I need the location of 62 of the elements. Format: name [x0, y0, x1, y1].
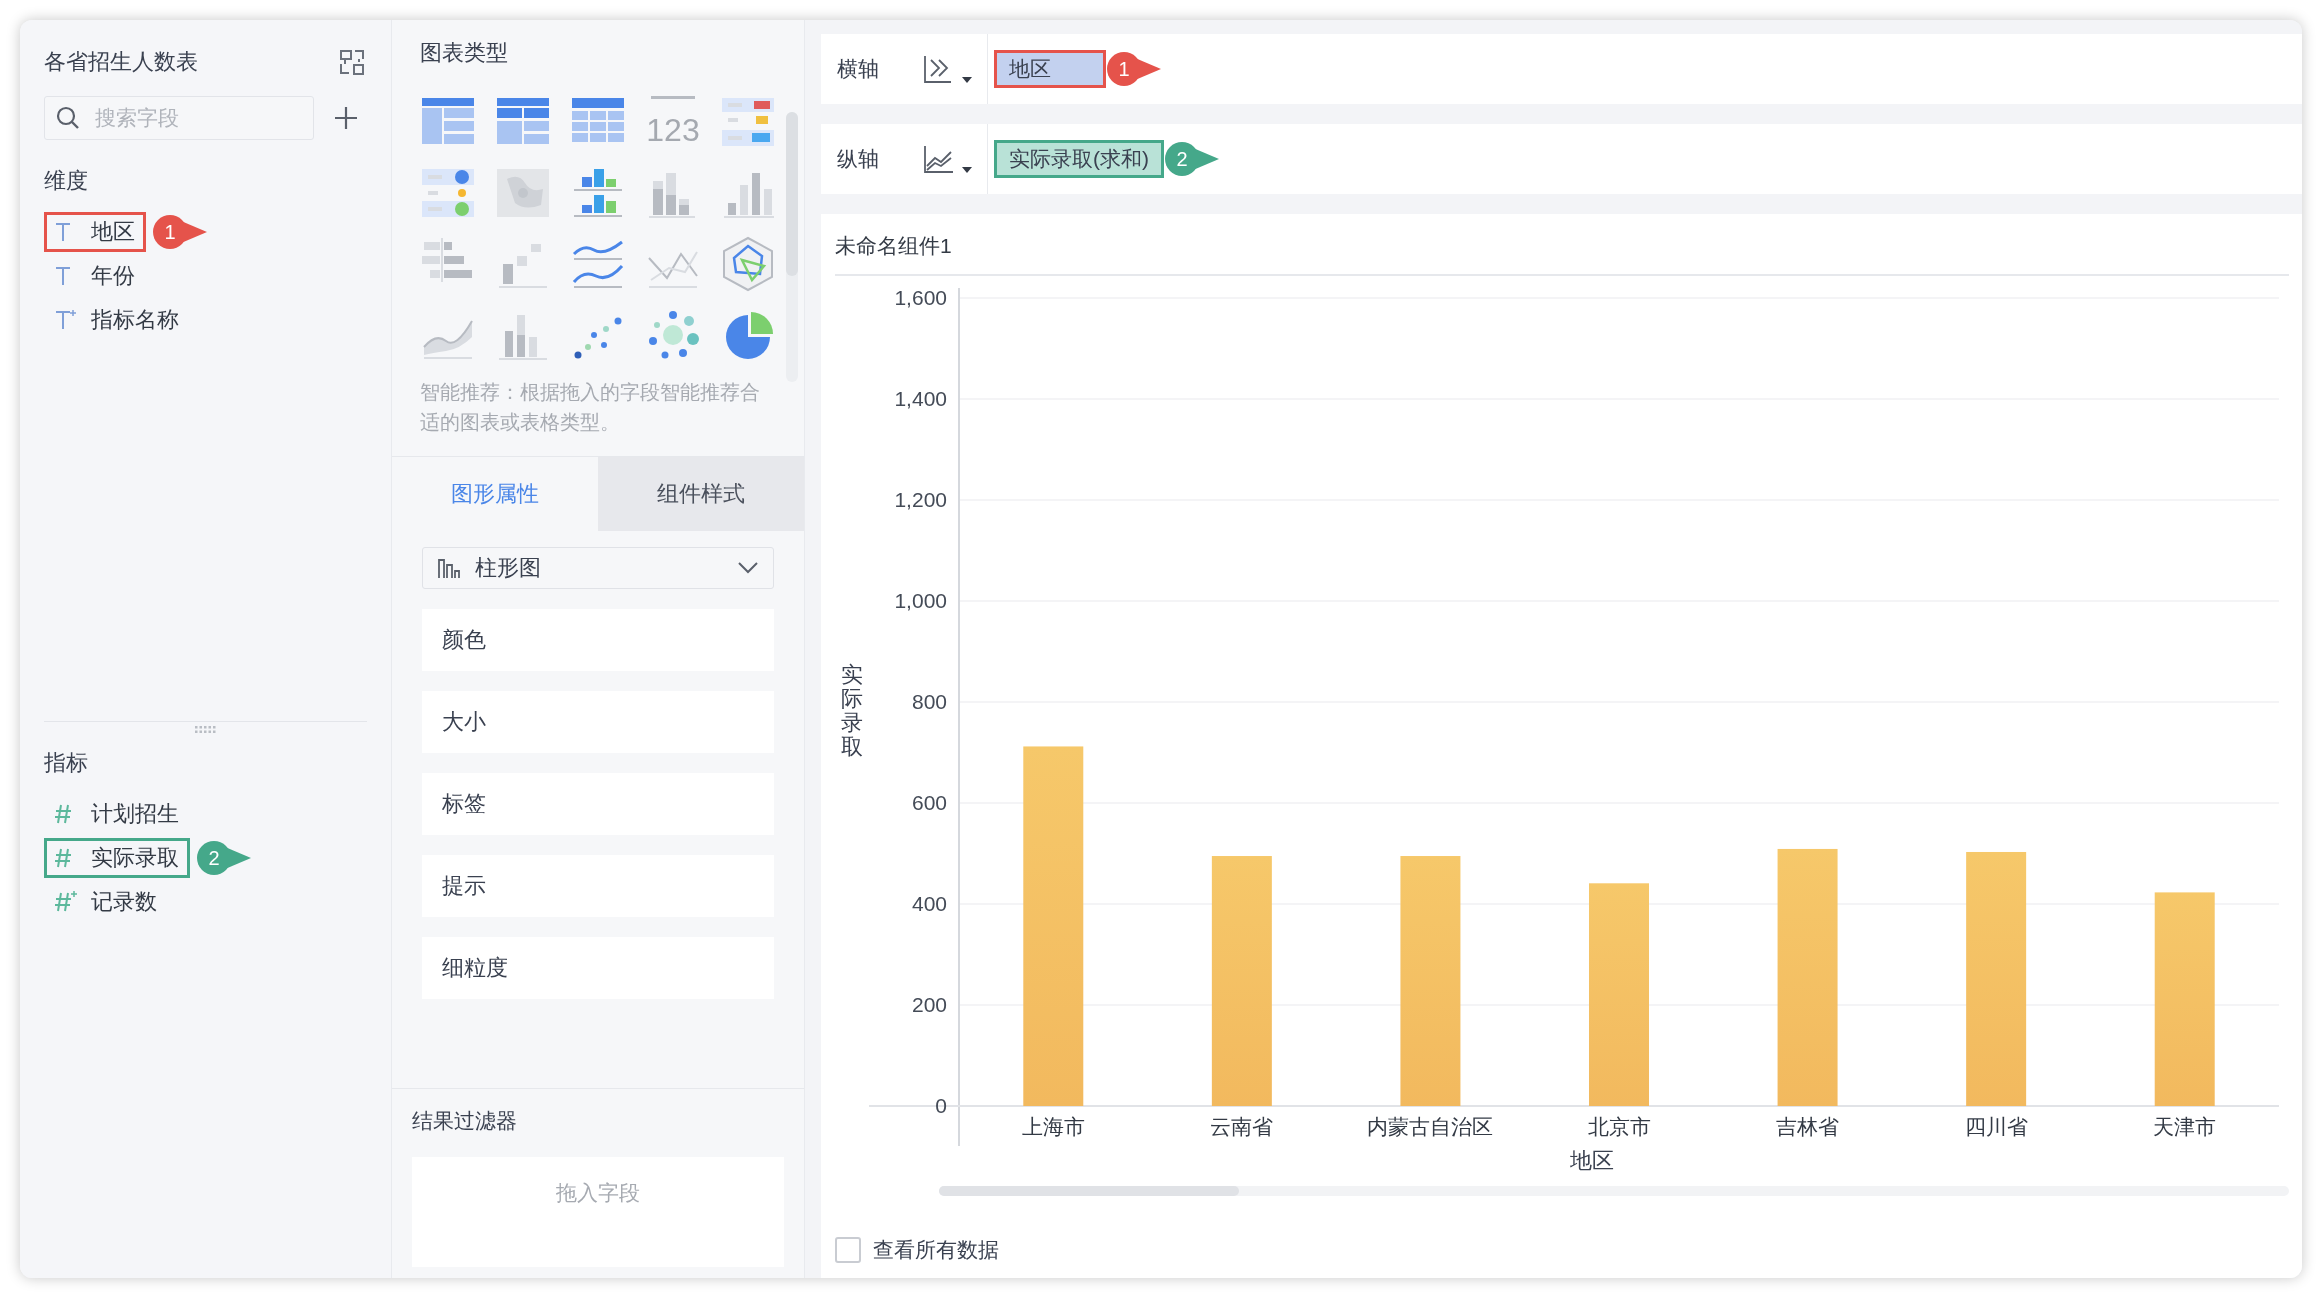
search-input[interactable]: 搜索字段 [93, 105, 297, 131]
scrollbar[interactable] [939, 1186, 2289, 1196]
property-slot[interactable]: 颜色 [422, 609, 774, 671]
axis-tick-label: 800 [911, 690, 947, 713]
field-item[interactable]: 年份 [44, 256, 146, 296]
axis-category-label: 吉林省 [1776, 1115, 1840, 1138]
checkbox-label: 查看所有数据 [873, 1237, 999, 1263]
caret-icon [961, 166, 973, 174]
widget-title: 未命名组件1 [835, 233, 953, 259]
checkbox[interactable] [835, 1237, 861, 1263]
section-heading: 指标 [44, 749, 89, 777]
axis-type-dropdown[interactable] [923, 54, 973, 84]
axis-category-label: 上海市 [1021, 1115, 1085, 1138]
add-icon[interactable] [334, 106, 358, 130]
axis-tick-label: 200 [911, 993, 947, 1016]
search-icon [55, 105, 81, 131]
search-field[interactable]: 搜索字段 [44, 96, 314, 140]
property-slot[interactable]: 标签 [422, 773, 774, 835]
bar-chart-icon [437, 556, 461, 580]
number-type-icon [53, 890, 77, 914]
property-slot[interactable]: 提示 [422, 855, 774, 917]
field-item[interactable]: 计划招生 [44, 794, 190, 834]
hint-text: 智能推荐：根据拖入的字段智能推荐合适的图表或表格类型。 [420, 380, 761, 435]
section-heading: 维度 [44, 167, 89, 195]
chart-type-button[interactable] [720, 236, 776, 292]
axis-tick-label: 1,600 [894, 286, 947, 309]
tab[interactable]: 组件样式 [598, 457, 804, 531]
property-slot[interactable]: 大小 [422, 691, 774, 753]
axis-label: 横轴 [836, 56, 880, 82]
section-heading: 图表类型 [420, 39, 509, 67]
caret-icon [961, 76, 973, 84]
property-slot[interactable]: 细粒度 [422, 937, 774, 999]
axis-tick-label: 400 [911, 892, 947, 915]
axis-type-dropdown[interactable] [923, 144, 973, 174]
axis-tick-label: 0 [935, 1094, 947, 1117]
axis-category-label: 四川省 [1964, 1115, 2028, 1138]
scrollbar[interactable] [786, 112, 798, 382]
axis-tick-label: 600 [911, 791, 947, 814]
axis-title: 实际录取 [841, 662, 863, 760]
chart-type-dropdown[interactable]: 柱形图 [422, 547, 774, 589]
panel-title: 各省招生人数表 [44, 48, 198, 76]
axis-category-label: 北京市 [1587, 1115, 1651, 1138]
axis-tick-label: 1,400 [894, 387, 947, 410]
axis-tick-label: 1,000 [894, 589, 947, 612]
axis-label: 纵轴 [836, 146, 880, 172]
field-item[interactable]: 记录数 [44, 882, 168, 922]
axis-title: 地区 [1569, 1147, 1615, 1175]
radar-chart-icon [720, 236, 776, 292]
axis-category-label: 云南省 [1210, 1115, 1274, 1138]
field-chip[interactable]: 实际录取(求和) [994, 140, 1164, 178]
field-chip[interactable]: 地区 [994, 50, 1106, 88]
field-item[interactable]: 地区 [44, 212, 146, 252]
section-heading: 结果过滤器 [412, 1108, 518, 1134]
field-item[interactable]: 指标名称 [44, 300, 190, 340]
field-item[interactable]: 实际录取 [44, 838, 190, 878]
axis-category-label: 内蒙古自治区 [1367, 1115, 1494, 1138]
chevron-down-icon [737, 561, 759, 575]
text-type-icon [53, 308, 77, 332]
switch-dataset-icon[interactable] [337, 47, 367, 77]
axis-category-label: 天津市 [2153, 1115, 2217, 1138]
axis-tick-label: 1,200 [894, 488, 947, 511]
resize-handle-icon[interactable] [194, 726, 217, 734]
